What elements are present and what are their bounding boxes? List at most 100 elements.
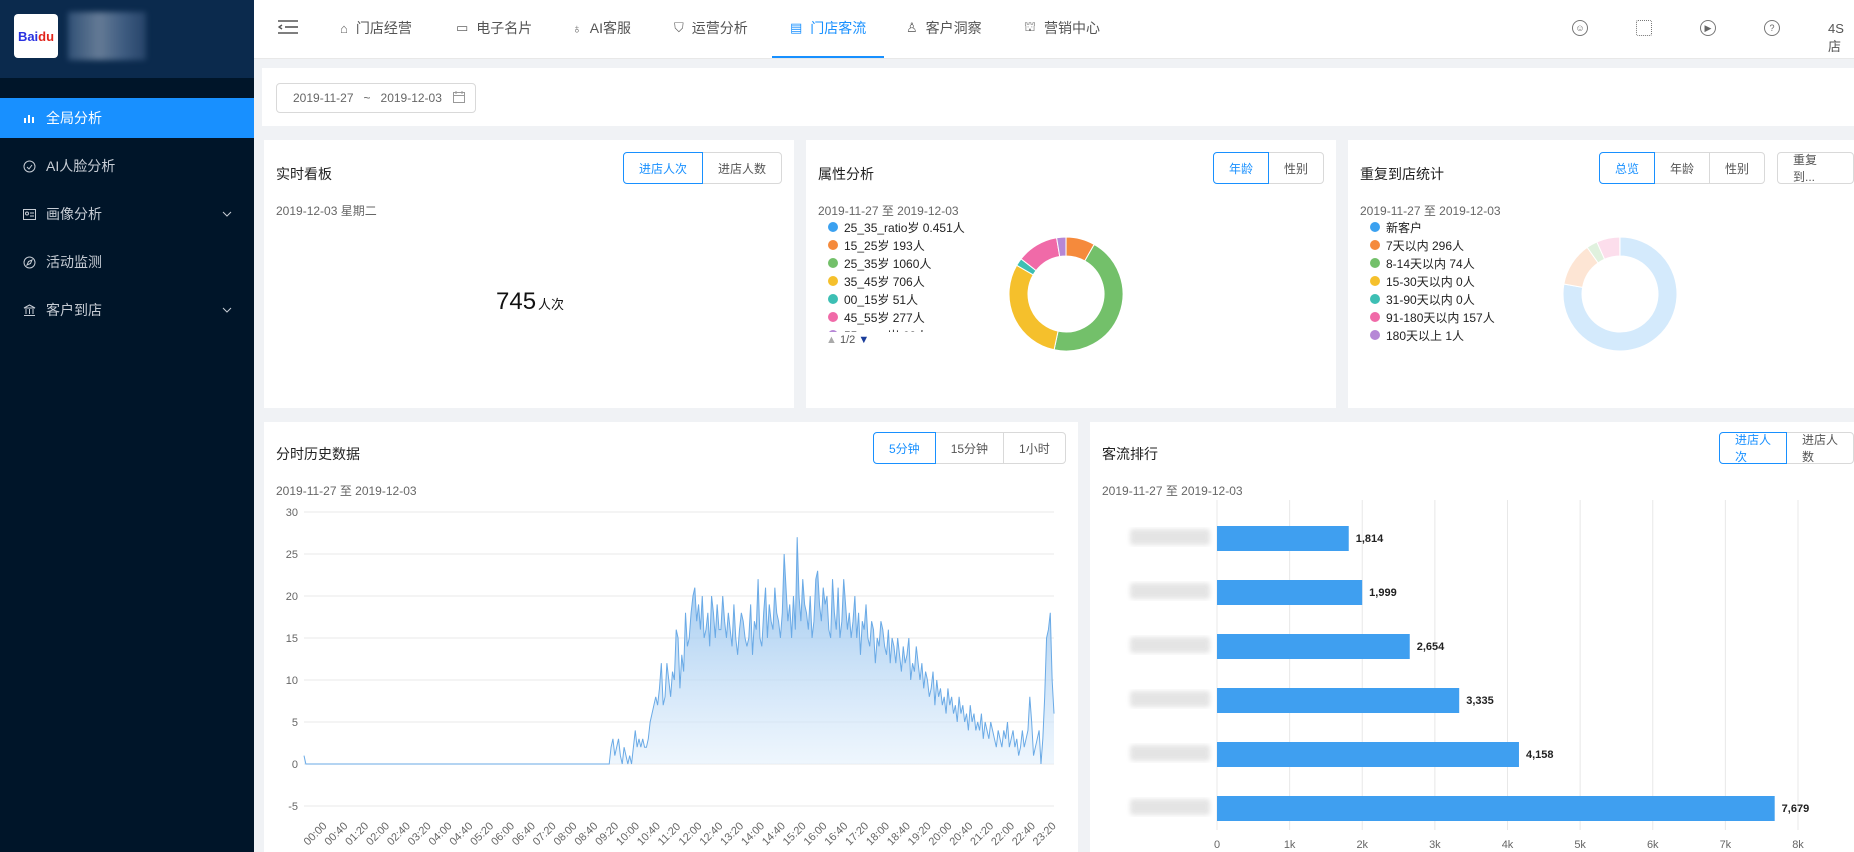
tab-business-card[interactable]: ▭ 电子名片 bbox=[456, 0, 532, 56]
sidebar-item-activity-monitor[interactable]: 活动监测 bbox=[0, 242, 254, 282]
pager-up-icon[interactable]: ▲ bbox=[826, 334, 837, 346]
donut-slice[interactable] bbox=[1008, 264, 1059, 351]
y-tick-label: 20 bbox=[286, 591, 298, 603]
toggle-visits[interactable]: 进店人次 bbox=[623, 152, 704, 184]
card-title: 实时看板 bbox=[276, 166, 332, 182]
legend-item[interactable]: 00_15岁 51人 bbox=[828, 290, 975, 308]
legend-pager: ▲ 1/2 ▼ bbox=[826, 334, 869, 346]
toggle-visitors[interactable]: 进店人数 bbox=[1786, 432, 1854, 464]
legend-marker bbox=[1370, 330, 1380, 340]
bar-value-label: 3,335 bbox=[1466, 695, 1494, 707]
tab-store-operation[interactable]: ⌂ 门店经营 bbox=[340, 0, 412, 56]
bank-icon bbox=[22, 303, 36, 317]
x-tick-label: 3k bbox=[1429, 839, 1441, 851]
bar[interactable] bbox=[1217, 580, 1363, 605]
store-selector[interactable]: 4S店 bbox=[1828, 21, 1854, 55]
legend-marker bbox=[828, 276, 838, 286]
blurred-store-name bbox=[1130, 637, 1210, 653]
attribute-legend: 25_35_ratio岁 0.451人 15_25岁 193人 25_35岁 106… bbox=[828, 218, 975, 332]
legend-marker bbox=[1370, 240, 1380, 250]
pager-down-icon[interactable]: ▼ bbox=[858, 334, 869, 346]
toggle-age[interactable]: 年龄 bbox=[1213, 152, 1270, 184]
bar[interactable] bbox=[1217, 634, 1410, 659]
toggle-5min[interactable]: 5分钟 bbox=[873, 432, 936, 464]
user-icon: ♙ bbox=[906, 20, 918, 35]
menu-toggle-icon[interactable] bbox=[277, 18, 298, 41]
toggle-visits[interactable]: 进店人次 bbox=[1719, 432, 1787, 464]
robot-icon: ♁ bbox=[572, 20, 582, 36]
repeat-donut-chart bbox=[1562, 236, 1678, 352]
x-tick-label: 5k bbox=[1574, 839, 1586, 851]
toggle-age[interactable]: 年龄 bbox=[1654, 152, 1711, 184]
blurred-store-name bbox=[1130, 745, 1210, 761]
sidebar-item-portrait[interactable]: 画像分析 bbox=[0, 194, 254, 234]
fullscreen-icon[interactable] bbox=[1636, 20, 1652, 36]
tab-ai-service[interactable]: ♁ AI客服 bbox=[572, 0, 631, 56]
toggle-1hour[interactable]: 1小时 bbox=[1003, 432, 1066, 464]
ranking-bar-chart: 0 1k 2k 3k 4k 5k 6k 7k 8k 1,814 1,999 2,654 3,335 4,1… bbox=[1130, 500, 1810, 851]
sidebar-item-customer-visit[interactable]: 客户到店 bbox=[0, 290, 254, 330]
tab-store-traffic[interactable]: ▤ 门店客流 bbox=[772, 0, 885, 58]
legend-item[interactable]: 15_25岁 193人 bbox=[828, 236, 975, 254]
legend-item[interactable]: 25_35_ratio岁 0.451人 bbox=[828, 218, 975, 236]
date-range-picker[interactable]: 2019-11-27 ~ 2019-12-03 bbox=[276, 83, 476, 113]
card-title: 重复到店统计 bbox=[1360, 166, 1444, 182]
legend-label: 35_45岁 706人 bbox=[844, 274, 925, 289]
blurred-store-name bbox=[1130, 799, 1210, 815]
legend-item[interactable]: 新客户 bbox=[1370, 218, 1495, 236]
legend-item[interactable]: 7天以内 296人 bbox=[1370, 236, 1495, 254]
legend-item[interactable]: 8-14天以内 74人 bbox=[1370, 254, 1495, 272]
history-area-chart: 302520151050-500:0000:4001:2002:0002:400… bbox=[286, 507, 1059, 848]
toggle-visitors[interactable]: 进店人数 bbox=[702, 152, 783, 184]
shield-icon: ⛉ bbox=[674, 20, 684, 35]
attribute-card: 属性分析 年龄 性别 2019-11-27 至 2019-12-03 25_35… bbox=[806, 140, 1336, 408]
x-tick-label: 1k bbox=[1284, 839, 1296, 851]
tab-marketing-center[interactable]: ⛫ 营销中心 bbox=[1024, 0, 1100, 56]
legend-label: 8-14天以内 74人 bbox=[1386, 256, 1475, 271]
legend-item[interactable]: 25_35岁 1060人 bbox=[828, 254, 975, 272]
legend-marker bbox=[828, 294, 838, 304]
toggle-gender[interactable]: 性别 bbox=[1268, 152, 1325, 184]
legend-item[interactable]: 55_over岁 62人 bbox=[828, 326, 975, 332]
tab-customer-insight[interactable]: ♙ 客户洞察 bbox=[906, 0, 982, 56]
legend-item[interactable]: 31-90天以内 0人 bbox=[1370, 290, 1495, 308]
bar-value-label: 7,679 bbox=[1782, 803, 1810, 815]
help-icon[interactable]: ? bbox=[1764, 20, 1780, 36]
x-tick-label: 0 bbox=[1214, 839, 1220, 851]
toggle-overview[interactable]: 总览 bbox=[1599, 152, 1656, 184]
bar[interactable] bbox=[1217, 688, 1460, 713]
card-title: 客流排行 bbox=[1102, 446, 1158, 462]
repeat-toggle: 总览 年龄 性别 bbox=[1599, 152, 1766, 184]
legend-label: 45_55岁 277人 bbox=[844, 310, 925, 325]
repeat-select-value[interactable]: 重复到... bbox=[1777, 152, 1854, 184]
play-icon[interactable]: ▶ bbox=[1700, 20, 1716, 36]
y-tick-label: 5 bbox=[292, 717, 298, 729]
baidu-logo[interactable]: Baidu bbox=[14, 14, 58, 58]
legend-marker bbox=[828, 222, 838, 232]
legend-item[interactable]: 180天以上 1人 bbox=[1370, 326, 1495, 344]
legend-label: 25_35_ratio岁 0.451人 bbox=[844, 220, 965, 235]
logo-area: Baidu bbox=[0, 0, 254, 78]
toggle-15min[interactable]: 15分钟 bbox=[934, 432, 1005, 464]
bar[interactable] bbox=[1217, 796, 1775, 821]
smile-icon[interactable]: ☺ bbox=[1572, 20, 1588, 36]
legend-item[interactable]: 35_45岁 706人 bbox=[828, 272, 975, 290]
y-tick-label: 25 bbox=[286, 549, 298, 561]
toggle-gender[interactable]: 性别 bbox=[1709, 152, 1766, 184]
sidebar-item-label: 全局分析 bbox=[46, 110, 102, 126]
date-end: 2019-12-03 bbox=[380, 91, 442, 105]
bar[interactable] bbox=[1217, 742, 1519, 767]
sidebar-item-label: 画像分析 bbox=[46, 206, 102, 222]
repeat-select[interactable]: 重复到... bbox=[1777, 152, 1854, 184]
legend-item[interactable]: 15-30天以内 0人 bbox=[1370, 272, 1495, 290]
card-date: 2019-12-03 星期二 bbox=[276, 204, 377, 218]
realtime-count: 745 人次 bbox=[496, 288, 564, 316]
bar[interactable] bbox=[1217, 526, 1349, 551]
legend-item[interactable]: 91-180天以内 157人 bbox=[1370, 308, 1495, 326]
legend-label: 7天以内 296人 bbox=[1386, 238, 1465, 253]
sidebar-item-global-analysis[interactable]: 全局分析 bbox=[0, 98, 254, 138]
donut-slice[interactable] bbox=[1053, 243, 1124, 352]
legend-item[interactable]: 45_55岁 277人 bbox=[828, 308, 975, 326]
sidebar-item-ai-face[interactable]: AI人脸分析 bbox=[0, 146, 254, 186]
tab-operation-analysis[interactable]: ⛉ 运营分析 bbox=[674, 0, 748, 56]
